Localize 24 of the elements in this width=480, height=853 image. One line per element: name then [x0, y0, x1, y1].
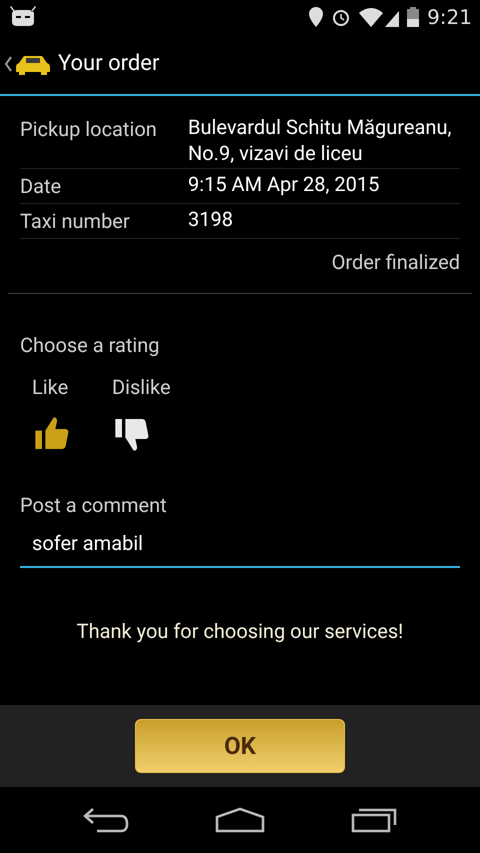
detail-label: Taxi number [20, 208, 131, 235]
clock-time: 9:21 [427, 4, 472, 30]
thank-you-message: Thank you for choosing our services! [76, 618, 404, 645]
screen-title: Your order [58, 50, 160, 78]
detail-label: Pickup location [20, 116, 158, 143]
home-nav-icon[interactable] [215, 807, 265, 833]
comment-heading: Post a comment [20, 492, 168, 519]
battery-icon [407, 6, 420, 26]
detail-label: Date [20, 173, 62, 200]
wifi-signal-icon [359, 6, 400, 26]
comment-field[interactable]: sofer amabil [20, 528, 460, 568]
rating-label: Dislike [112, 374, 171, 401]
detail-value: Bulevardul Schitu Măgureanu, No.9, vizavi de liceu [188, 114, 452, 166]
detail-value: 9:15 AM Apr 28, 2015 [188, 171, 380, 198]
rating-label: Like [32, 374, 68, 401]
detail-value: 3198 [188, 206, 233, 233]
chevron-left-icon [4, 56, 12, 72]
ok-button[interactable]: OK [135, 719, 345, 773]
order-status: Order finalized [332, 249, 460, 276]
robot-icon [8, 6, 38, 28]
back-nav-icon[interactable] [83, 807, 129, 833]
location-pin-icon [309, 6, 324, 26]
recent-apps-icon[interactable] [351, 807, 397, 833]
rating-heading: Choose a rating [20, 332, 161, 359]
